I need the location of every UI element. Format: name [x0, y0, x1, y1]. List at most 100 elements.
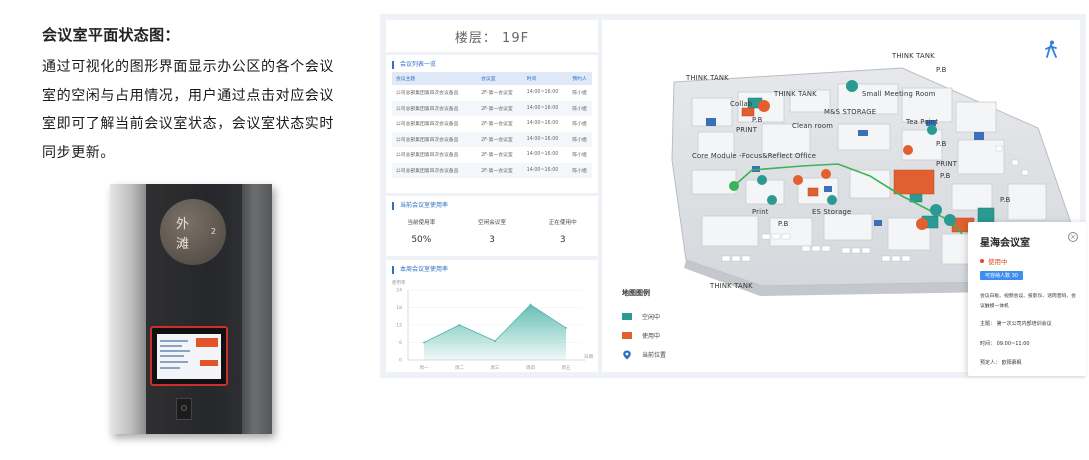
- y-tick-label: 6: [399, 340, 402, 346]
- cell-topic: 公司总部集团第四次会议备品: [392, 131, 478, 147]
- column-header: 预约人: [568, 72, 592, 85]
- map-label: Small Meeting Room: [862, 90, 936, 98]
- meeting-list-panel: 会议列表一览 会议主题 会议室 时间 预约人 公司总部集团第四次会议备品 2F-…: [386, 55, 598, 193]
- x-tick-label: 周三: [491, 365, 500, 371]
- door-edge: [110, 184, 146, 434]
- weekly-title: 本周会议室使用率: [392, 266, 598, 274]
- column-header: 会议主题: [392, 72, 478, 85]
- stat-usage-rate: 当前使用率 50%: [386, 218, 457, 245]
- cell-booker: 陈小姐: [568, 131, 592, 147]
- cell-room: 2F-第一会议室: [481, 122, 513, 128]
- legend-label: 当前位置: [642, 352, 667, 359]
- cell-topic: 公司总部集团第四次会议备品: [396, 122, 459, 128]
- door-tablet: [150, 326, 228, 386]
- usage-title: 当前会议室使用率: [392, 202, 598, 210]
- map-label: P.B: [936, 66, 947, 74]
- map-legend: 地图图例 空闲中 使用中 当前位置: [622, 288, 666, 364]
- meeting-table: 会议主题 会议室 时间 预约人 公司总部集团第四次会议备品 2F-第一会议室 1…: [392, 72, 592, 178]
- stat-label: 正在使用中: [548, 220, 577, 226]
- plaque-char: 滩: [176, 237, 190, 252]
- usage-point: [565, 327, 567, 329]
- legend-item-in-use: 使用中: [622, 326, 666, 345]
- stat-value: 50%: [411, 235, 432, 245]
- map-label: M&S STORAGE: [824, 108, 877, 116]
- meeting-booker: 预定人： 欧阳慕枫: [980, 360, 1022, 366]
- y-tick-label: 24: [396, 288, 402, 294]
- map-label: Print: [752, 208, 769, 216]
- floor-indicator[interactable]: 楼层： 19F: [386, 20, 598, 52]
- cell-topic: 公司总部集团第四次会议备品: [396, 91, 459, 97]
- map-label: P.B: [778, 220, 789, 228]
- y-tick-label: 18: [396, 305, 402, 311]
- map-label: P.B: [752, 116, 763, 124]
- table-row[interactable]: 公司总部集团第四次会议备品 2F-第一会议室 14:00~16:00 陈小姐: [392, 116, 592, 132]
- table-row[interactable]: 公司总部集团第四次会议备品 2F-第一会议室 14:00~16:00 陈小姐: [392, 100, 592, 116]
- cell-time: 14:00~16:00: [522, 162, 569, 178]
- y-tick-label: 12: [396, 323, 402, 329]
- legend-title: 地图图例: [622, 289, 650, 297]
- tablet-screen: [157, 334, 221, 379]
- status-text: 使用中: [988, 258, 1008, 266]
- x-axis-label: 日期: [584, 354, 593, 360]
- stat-free-rooms: 空闲会议室 3: [457, 218, 528, 245]
- door-device-photo: 外 滩 2: [110, 184, 272, 434]
- legend-item-free: 空闲中: [622, 307, 666, 326]
- table-row[interactable]: 公司总部集团第四次会议备品 2F-第一会议室 14:00~16:00 陈小姐: [392, 147, 592, 163]
- plaque-char: 外: [176, 217, 190, 232]
- cell-time: 14:00~16:00: [526, 90, 559, 96]
- map-label: Clean room: [792, 122, 834, 130]
- description-line: 室即可了解当前会议室状态，会议室状态实时: [42, 116, 334, 132]
- cell-room: 2F-第一会议室: [477, 162, 523, 178]
- map-label: PRINT: [736, 126, 758, 134]
- x-tick-label: 周一: [420, 365, 429, 371]
- capacity-badge: 可容纳人数 30: [980, 271, 1023, 280]
- cell-booker: 陈小姐: [572, 91, 587, 97]
- weekly-usage-chart: 使用率 0 6 12 18 24 周一 周二 周三 周四 周五 日期: [392, 279, 593, 371]
- room-plaque: 外 滩 2: [160, 199, 226, 265]
- column-header: 会议室: [477, 72, 523, 85]
- cell-topic: 公司总部集团第四次会议备品: [396, 153, 459, 159]
- description-line: 室的空闲与占用情况，用户通过点击对应会议: [42, 87, 334, 104]
- room-name: 星海会议室: [980, 238, 1030, 249]
- close-icon[interactable]: ×: [1068, 232, 1078, 242]
- description-block: 会议室平面状态图： 通过可视化的图形界面显示办公区的各个会议 室的空闲与占用情况…: [42, 24, 364, 167]
- usage-point: [458, 324, 461, 326]
- map-label: THINK TANK: [774, 90, 817, 98]
- legend-label: 空闲中: [642, 314, 661, 321]
- door-frame: [242, 184, 272, 434]
- table-row[interactable]: 公司总部集团第四次会议备品 2F-第一会议室 14:00~16:00 陈小姐: [392, 162, 592, 178]
- table-row[interactable]: 公司总部集团第四次会议备品 2F-第一会议室 14:00~16:00 陈小姐: [392, 131, 592, 147]
- cell-room: 2F-第一会议室: [481, 153, 513, 159]
- cell-room: 2F-第一会议室: [481, 91, 513, 97]
- y-tick-label: 0: [399, 358, 402, 364]
- cell-booker: 陈小姐: [568, 100, 592, 116]
- table-header-row: 会议主题 会议室 时间 预约人: [392, 72, 592, 85]
- map-label: P.B: [936, 140, 947, 148]
- cell-time: 14:00~16:00: [522, 100, 569, 116]
- room-devices: 会议白板、视频会议、投影仪、话筒音响、会议触摸一体机: [980, 294, 1076, 309]
- usage-point: [423, 341, 425, 344]
- location-pin-icon: [623, 350, 631, 359]
- description-line: 通过可视化的图形界面显示办公区的各个会议: [42, 59, 334, 75]
- description-title: 会议室平面状态图：: [42, 26, 180, 44]
- cell-booker: 陈小姐: [568, 162, 592, 178]
- stat-label: 空闲会议室: [478, 220, 506, 226]
- map-label: ES Storage: [812, 208, 852, 216]
- stat-in-use: 正在使用中 3: [527, 218, 598, 245]
- description-text: 通过可视化的图形界面显示办公区的各个会议 室的空闲与占用情况，用户通过点击对应会…: [42, 53, 364, 167]
- legend-item-location: 当前位置: [622, 345, 666, 364]
- usage-point: [494, 340, 496, 342]
- meeting-list-title: 会议列表一览: [392, 61, 598, 69]
- stat-label: 当前使用率: [407, 220, 436, 226]
- room-status: 使用中: [980, 256, 1008, 266]
- cell-time: 14:00~16:00: [526, 121, 559, 127]
- table-row[interactable]: 公司总部集团第四次会议备品 2F-第一会议室 14:00~16:00 陈小姐: [392, 85, 592, 101]
- usage-point: [529, 303, 532, 306]
- meeting-time: 时间： 09:00~11:00: [980, 341, 1030, 347]
- usage-stats: 当前使用率 50% 空闲会议室 3 正在使用中 3: [386, 218, 598, 245]
- column-header: 时间: [522, 72, 569, 85]
- cell-booker: 陈小姐: [572, 153, 587, 159]
- walking-person-icon[interactable]: [1044, 40, 1058, 58]
- legend-label: 使用中: [642, 333, 661, 340]
- cell-time: 14:00~16:00: [522, 131, 569, 147]
